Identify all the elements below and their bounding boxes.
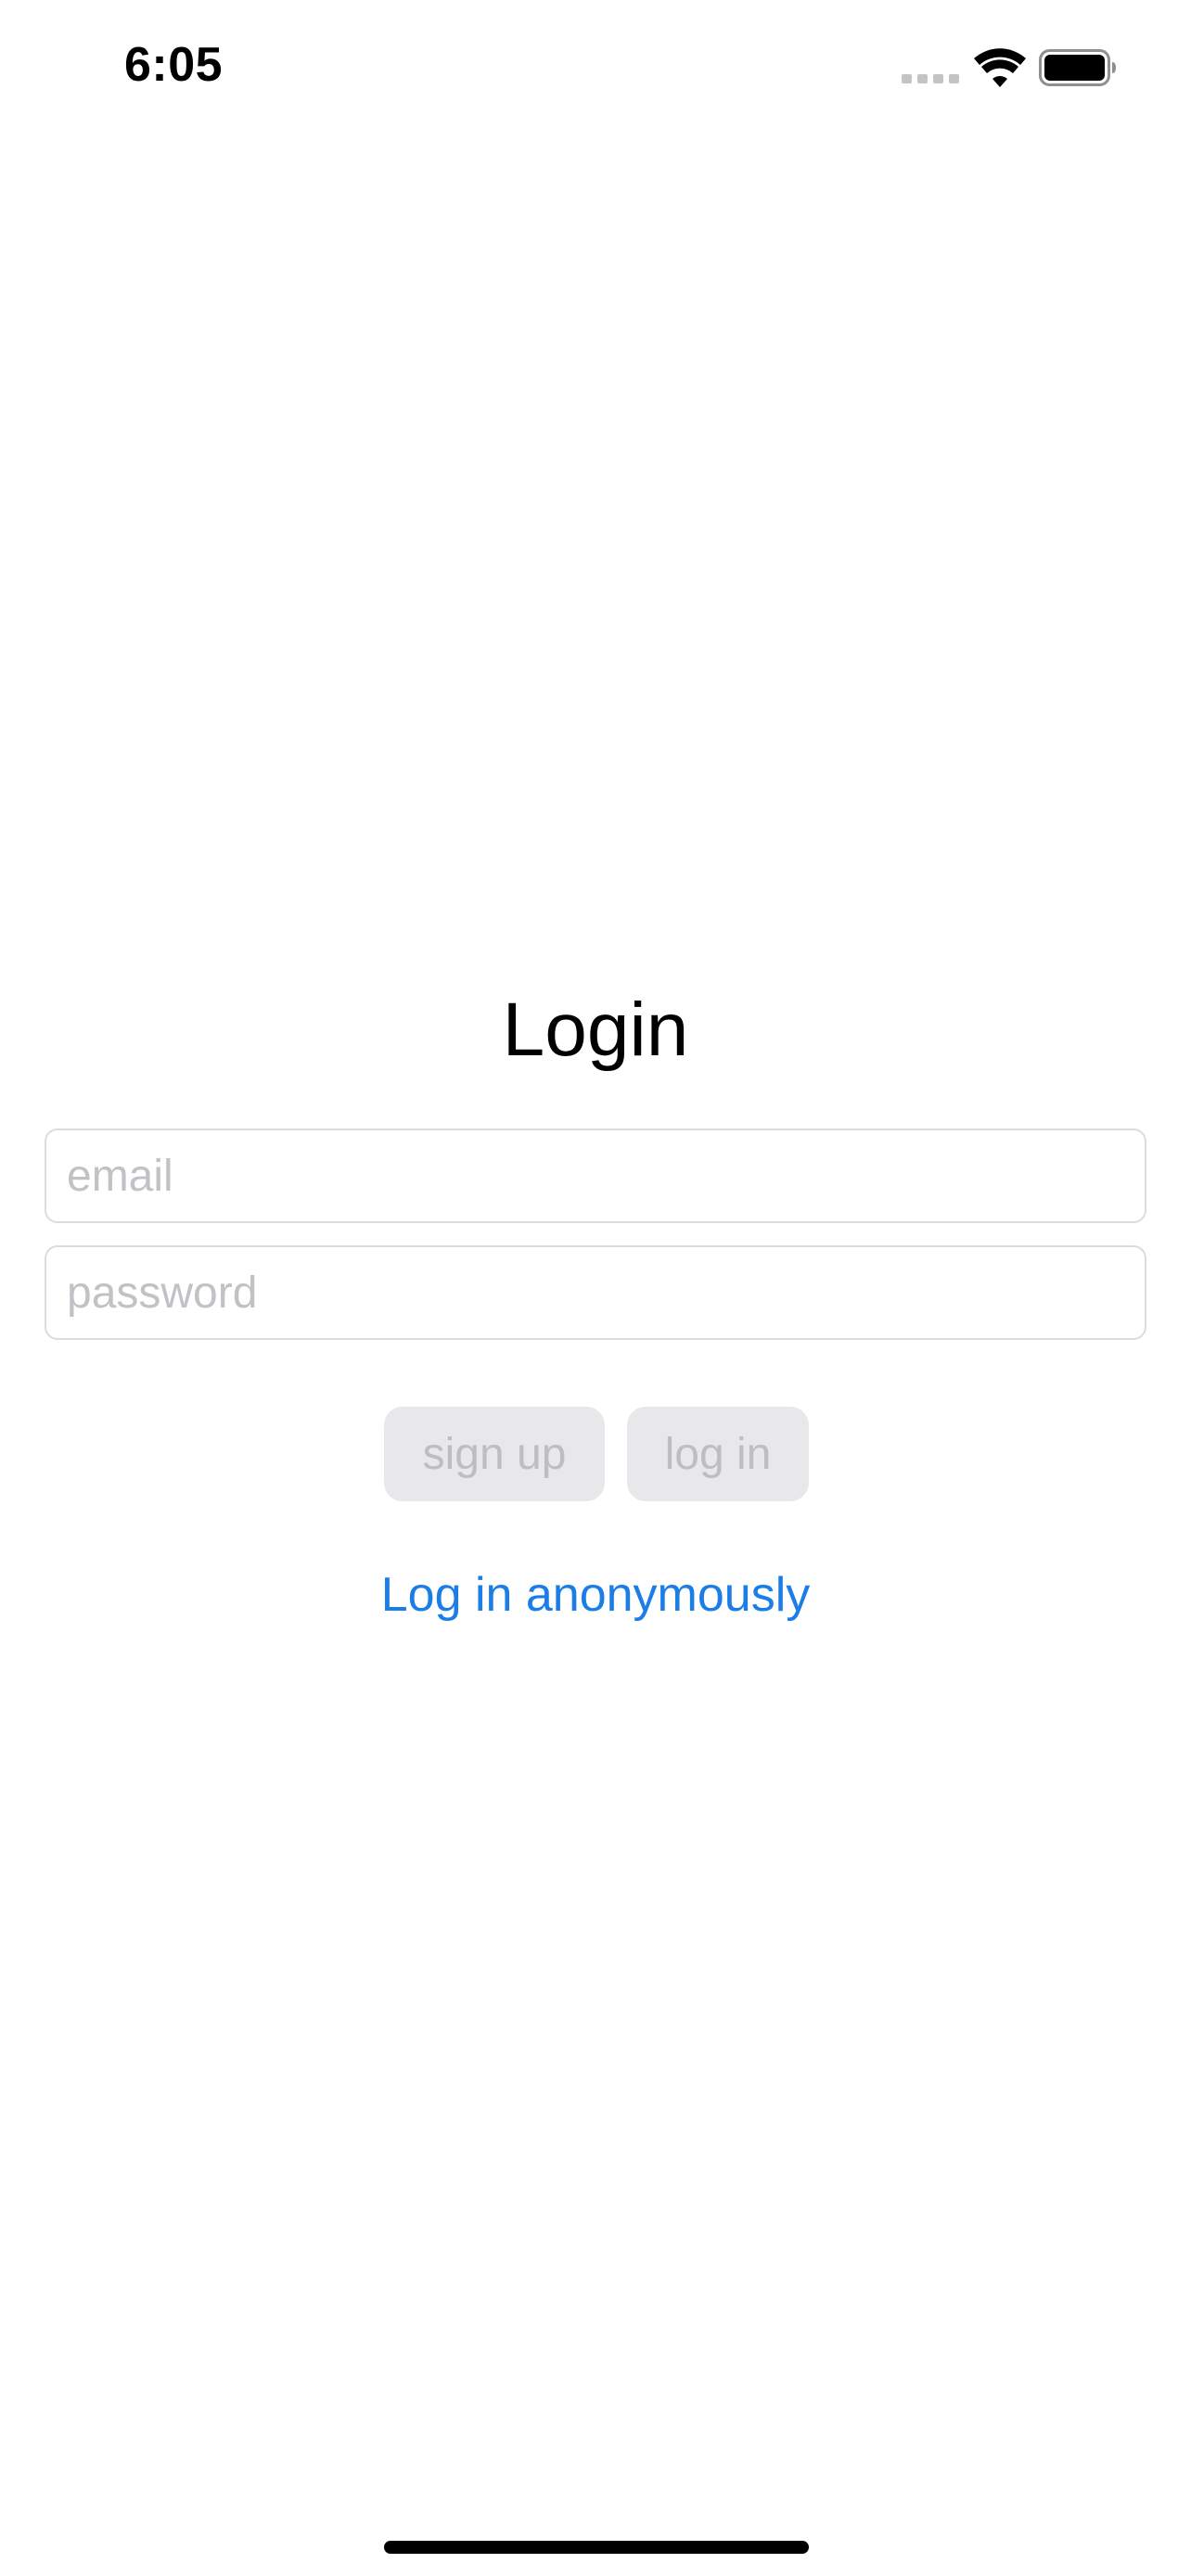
log-in-anonymously-link[interactable]: Log in anonymously bbox=[0, 1567, 1191, 1623]
cellular-signal-icon bbox=[902, 74, 959, 83]
battery-icon bbox=[1039, 49, 1116, 86]
password-field[interactable] bbox=[45, 1245, 1146, 1340]
wifi-icon bbox=[974, 48, 1026, 87]
email-input[interactable] bbox=[65, 1149, 1145, 1203]
page-title: Login bbox=[502, 988, 689, 1072]
login-screen: 6:05 Login sign up log in Log in anonymo… bbox=[0, 0, 1191, 2576]
log-in-button[interactable]: log in bbox=[627, 1407, 809, 1501]
status-time: 6:05 bbox=[124, 38, 224, 92]
email-field[interactable] bbox=[45, 1129, 1146, 1223]
home-indicator[interactable] bbox=[384, 2541, 809, 2554]
sign-up-button[interactable]: sign up bbox=[384, 1407, 605, 1501]
password-input[interactable] bbox=[65, 1266, 1145, 1320]
